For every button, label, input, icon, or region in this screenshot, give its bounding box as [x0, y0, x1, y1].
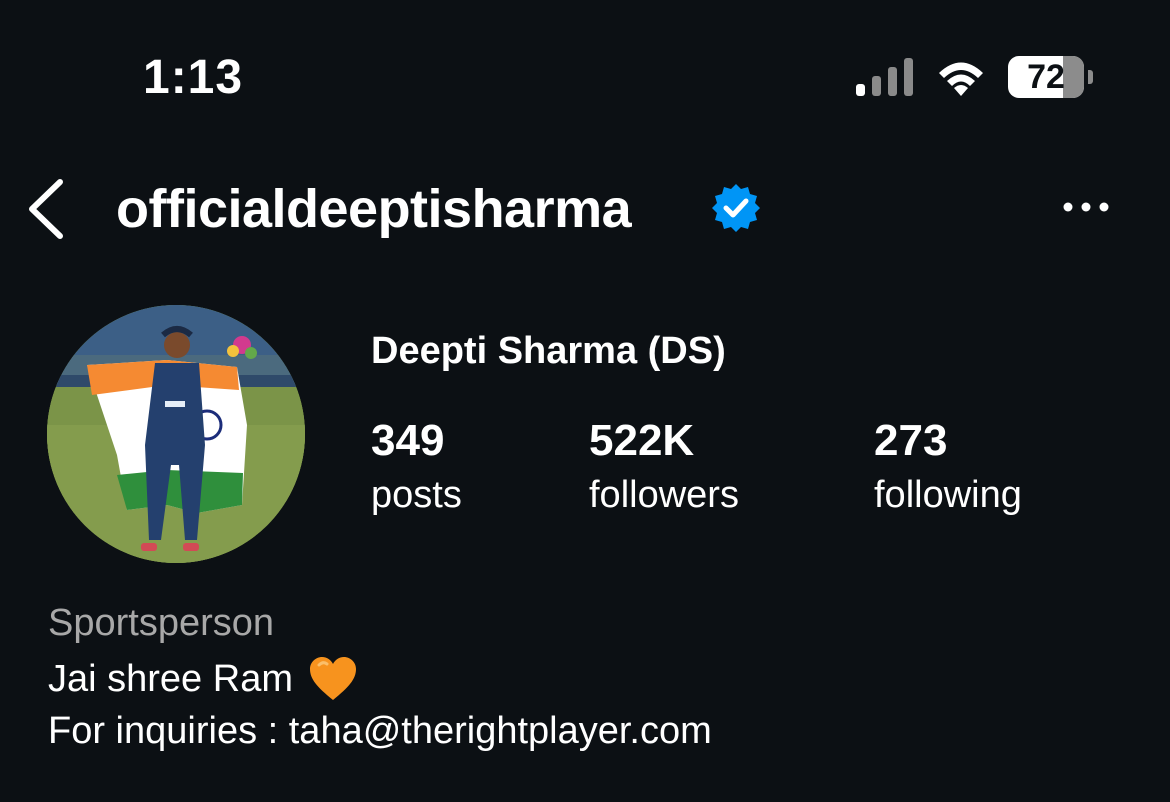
following-count: 273 — [874, 416, 948, 465]
verified-badge-icon — [712, 184, 760, 232]
status-time: 1:13 — [143, 51, 244, 104]
following-label: following — [874, 474, 1022, 516]
profile-avatar[interactable] — [47, 305, 305, 563]
battery-indicator: 72 — [1008, 56, 1093, 98]
wifi-icon — [939, 62, 983, 96]
cellular-signal-icon — [856, 58, 913, 96]
battery-nub — [1088, 70, 1093, 84]
posts-label: posts — [371, 474, 462, 516]
battery-body: 72 — [1008, 56, 1084, 98]
bio-contact: For inquiries : taha@therightplayer.com — [48, 710, 712, 752]
back-button[interactable] — [18, 176, 74, 242]
followers-label: followers — [589, 474, 739, 516]
orange-heart-icon — [309, 657, 356, 700]
profile-username: officialdeeptisharma — [116, 179, 632, 239]
battery-percentage: 72 — [1027, 58, 1065, 96]
more-options-button[interactable] — [1058, 190, 1114, 224]
display-name: Deepti Sharma (DS) — [371, 330, 726, 372]
bio-line: Jai shree Ram — [48, 655, 359, 703]
avatar-photo — [47, 305, 305, 563]
posts-stat[interactable]: 349 posts — [371, 416, 462, 524]
following-stat[interactable]: 273 following — [874, 416, 1022, 524]
bio-text: Jai shree Ram — [48, 657, 293, 700]
profile-category: Sportsperson — [48, 602, 275, 644]
followers-count: 522K — [589, 416, 695, 465]
posts-count: 349 — [371, 416, 445, 465]
followers-stat[interactable]: 522K followers — [589, 416, 739, 524]
